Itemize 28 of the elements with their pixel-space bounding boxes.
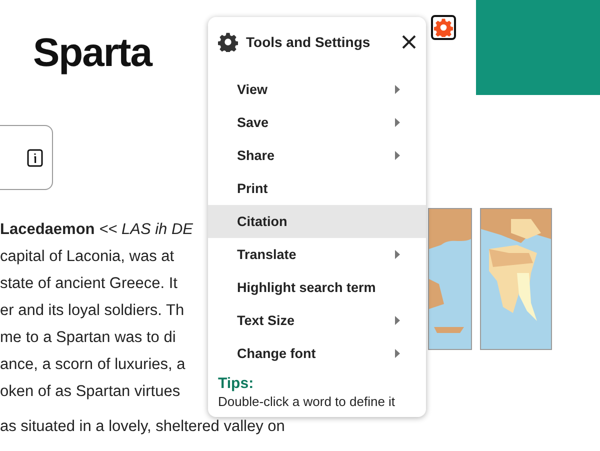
menu-item[interactable]: Change font: [208, 337, 426, 370]
article-text-line: er and its loyal soldiers. Th: [0, 301, 184, 321]
menu-title: Tools and Settings: [246, 34, 372, 50]
menu-item[interactable]: View: [208, 73, 426, 106]
article-text-line: capital of Laconia, was at: [0, 247, 174, 267]
settings-icon: [218, 32, 238, 52]
menu-item[interactable]: Translate: [208, 238, 426, 271]
info-button[interactable]: [0, 125, 53, 190]
page-title: Sparta: [33, 30, 152, 76]
settings-button[interactable]: [431, 15, 456, 40]
article-text-line: as situated in a lovely, sheltered valley on: [0, 417, 285, 437]
tips-text: Double-click a word to define it: [218, 394, 396, 409]
article-text-line: me to a Spartan was to di: [0, 328, 176, 348]
menu-item[interactable]: Text Size: [208, 304, 426, 337]
tips-heading: Tips:: [218, 375, 255, 392]
menu-item[interactable]: Save: [208, 106, 426, 139]
info-icon: [27, 148, 43, 166]
article-text-line: oken of as Spartan virtues: [0, 382, 180, 402]
close-button[interactable]: [402, 35, 416, 49]
menu-item[interactable]: Highlight search term: [208, 271, 426, 304]
menu-item[interactable]: Citation: [208, 205, 426, 238]
menu-item[interactable]: Print: [208, 172, 426, 205]
menu-item[interactable]: Share: [208, 139, 426, 172]
article-text-line: Lacedaemon << LAS ih DE: [0, 220, 193, 240]
settings-icon: [434, 18, 453, 37]
close-icon: [402, 35, 416, 49]
article-text-line: ance, a scorn of luxuries, a: [0, 355, 186, 375]
article-text-line: state of ancient Greece. It: [0, 274, 178, 294]
